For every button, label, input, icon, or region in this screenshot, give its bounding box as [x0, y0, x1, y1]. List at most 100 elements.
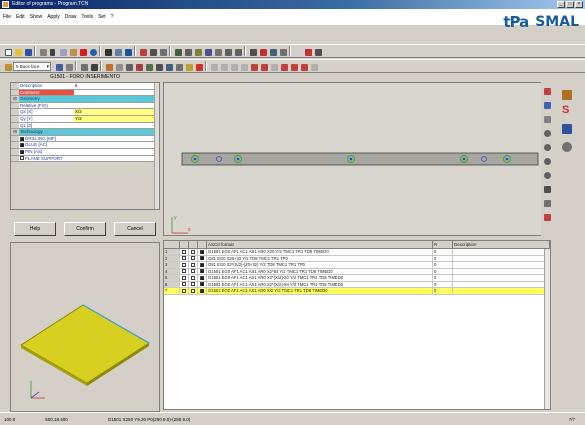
menu-file[interactable]: File	[3, 14, 11, 20]
face-select[interactable]: 5 Back face	[13, 61, 51, 71]
section-s-icon[interactable]: S	[562, 104, 569, 116]
copy-icon[interactable]	[58, 47, 67, 56]
param-row-pin[interactable]: PIN [AS]	[11, 148, 159, 156]
scale-icon[interactable]	[233, 47, 242, 56]
param-row-qz[interactable]: Qz [Z]	[11, 122, 159, 130]
plane-support-checkbox[interactable]	[20, 156, 24, 161]
snap-off-icon[interactable]	[309, 62, 318, 71]
glue-checkbox[interactable]	[20, 143, 24, 148]
minimize-button[interactable]: _	[557, 1, 565, 8]
list-icon[interactable]	[158, 47, 167, 56]
copy-block-icon[interactable]	[203, 47, 212, 56]
menu-tools[interactable]: Tools	[81, 14, 93, 20]
snap-mid-icon[interactable]	[229, 62, 238, 71]
insert-icon[interactable]	[174, 62, 183, 71]
delete-icon[interactable]	[78, 47, 87, 56]
menu-set[interactable]: Set	[98, 14, 106, 20]
param-row-description[interactable]: Description 6	[11, 83, 159, 90]
snap-center-icon[interactable]	[239, 62, 248, 71]
zoom-window-icon[interactable]	[542, 156, 551, 165]
param-scrollbar[interactable]	[154, 83, 159, 209]
menu-draw[interactable]: Draw	[65, 14, 77, 20]
param-row-glue[interactable]: GLUE [AC]	[11, 142, 159, 149]
maximize-button[interactable]: □	[566, 1, 574, 8]
snap-grid-icon[interactable]	[249, 62, 258, 71]
param-row-comment[interactable]: Comment	[11, 89, 159, 97]
pen-icon[interactable]	[303, 47, 312, 56]
pointer-icon[interactable]	[89, 62, 98, 71]
pin-checkbox[interactable]	[20, 149, 24, 154]
rotate-icon[interactable]	[223, 47, 232, 56]
zoom-out-icon[interactable]	[542, 142, 551, 151]
top-view[interactable]: y x	[163, 82, 551, 236]
tool-icon[interactable]	[138, 47, 147, 56]
contour-icon[interactable]	[154, 62, 163, 71]
snap-perp-icon[interactable]	[269, 62, 278, 71]
layer-icon[interactable]	[79, 62, 88, 71]
piece-icon[interactable]	[148, 47, 157, 56]
cut-icon[interactable]	[48, 47, 57, 56]
snap-cross-icon[interactable]	[259, 62, 268, 71]
hole-icon[interactable]	[104, 62, 113, 71]
redraw-icon[interactable]	[542, 198, 551, 207]
col-header-visible[interactable]	[189, 241, 198, 248]
col-header-r[interactable]: R	[433, 241, 453, 248]
param-row-qy[interactable]: Qy [Y] Y/2	[11, 115, 159, 123]
confirm-button[interactable]: Confirm	[64, 222, 106, 236]
find-replace-icon[interactable]	[113, 47, 122, 56]
view-top-icon[interactable]	[542, 114, 551, 123]
snap-quad-icon[interactable]	[299, 62, 308, 71]
cube-icon[interactable]	[560, 122, 572, 134]
menu-apply[interactable]: Apply	[47, 14, 60, 20]
param-row-relative[interactable]: Relative (F/G)	[11, 102, 159, 110]
paste-icon[interactable]	[68, 47, 77, 56]
draw-line-icon[interactable]	[173, 47, 182, 56]
col-header-enabled[interactable]	[198, 241, 207, 248]
close-button[interactable]: ×	[575, 1, 583, 8]
mirror-icon[interactable]	[213, 47, 222, 56]
snap-tan-icon[interactable]	[279, 62, 288, 71]
param-section-geometry[interactable]: ⊟ Geometry	[11, 96, 159, 103]
open-folder-icon[interactable]	[13, 47, 22, 56]
menu-edit[interactable]: Edit	[16, 14, 25, 20]
saw-icon[interactable]	[134, 62, 143, 71]
col-header-ascii[interactable]: ASCII format	[207, 241, 433, 248]
face-next-icon[interactable]	[64, 62, 73, 71]
table-row-selected[interactable]: 7 G1501 EG0 AF1 AC1 AS1 AR0 X/2 Y/2 TMC1 …	[164, 288, 550, 295]
macro-icon[interactable]	[193, 47, 202, 56]
calculator-icon[interactable]	[248, 47, 257, 56]
print-icon[interactable]	[38, 47, 47, 56]
plus-icon[interactable]	[293, 47, 302, 56]
optimize-icon[interactable]	[268, 47, 277, 56]
measure-icon[interactable]	[542, 212, 551, 221]
param-row-drilling[interactable]: DRILLING [MF]	[11, 135, 159, 143]
simulate-icon[interactable]	[258, 47, 267, 56]
binoculars-icon[interactable]	[103, 47, 112, 56]
zoom-all-icon[interactable]	[542, 170, 551, 179]
snap-end-icon[interactable]	[219, 62, 228, 71]
param-section-technology[interactable]: ⊟ Technology	[11, 129, 159, 136]
help-cursor-icon[interactable]	[123, 47, 132, 56]
view-front-icon[interactable]	[542, 100, 551, 109]
save-icon[interactable]	[23, 47, 32, 56]
cancel-button[interactable]: Cancel	[114, 222, 156, 236]
view-3d-icon[interactable]	[542, 86, 551, 95]
zoom-in-icon[interactable]	[542, 128, 551, 137]
pin-icon[interactable]	[194, 62, 203, 71]
pocket-icon[interactable]	[144, 62, 153, 71]
snap-near-icon[interactable]	[289, 62, 298, 71]
snap-icon[interactable]	[209, 62, 218, 71]
undo-icon[interactable]	[88, 47, 97, 56]
drilling-checkbox[interactable]	[20, 136, 24, 141]
pan-icon[interactable]	[542, 184, 551, 193]
mill-icon[interactable]	[164, 62, 173, 71]
new-file-icon[interactable]	[3, 47, 12, 56]
groove-icon[interactable]	[124, 62, 133, 71]
param-row-plane-support[interactable]: PLANE SUPPORT	[11, 155, 159, 163]
param-row-qx[interactable]: Qx [X] X/2	[11, 109, 159, 116]
glue-icon[interactable]	[184, 62, 193, 71]
3d-view[interactable]	[10, 242, 160, 412]
settings-icon[interactable]	[560, 140, 572, 152]
grid-scrollbar[interactable]	[544, 249, 550, 409]
help-button[interactable]: Help	[14, 222, 56, 236]
